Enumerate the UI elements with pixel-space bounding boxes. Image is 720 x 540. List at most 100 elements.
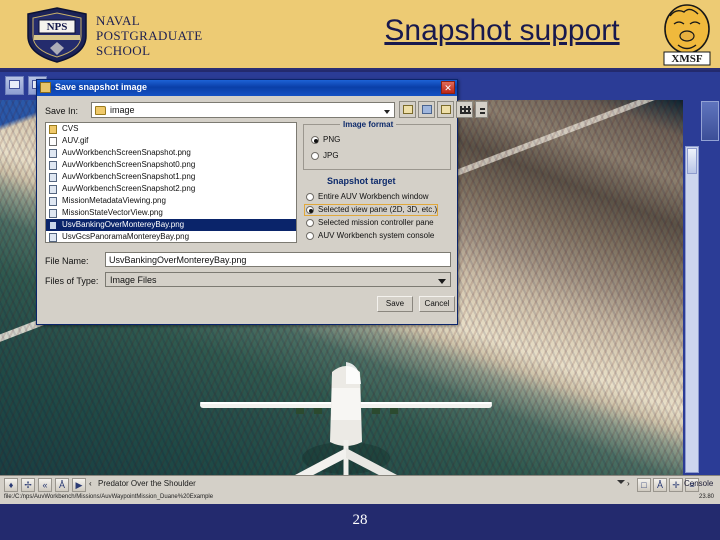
- list-item[interactable]: AUV.gif: [46, 135, 296, 147]
- list-item[interactable]: AuvWorkbenchScreenSnapshot2.png: [46, 183, 296, 195]
- file-name: AUV.gif: [62, 136, 89, 145]
- chevron-down-icon[interactable]: [384, 110, 390, 114]
- move-icon[interactable]: ✛: [669, 478, 683, 492]
- chevron-down-icon[interactable]: [438, 279, 446, 284]
- institution-line-1: NAVAL: [96, 13, 141, 28]
- binoculars-icon[interactable]: Å: [653, 478, 667, 492]
- play-icon[interactable]: ▶: [72, 478, 86, 492]
- image-file-icon: [49, 221, 57, 230]
- image-format-group: Image format PNG JPG: [303, 120, 451, 170]
- dialog-titlebar[interactable]: Save snapshot image ✕: [37, 80, 457, 96]
- radio-dot: [306, 193, 314, 201]
- institution-line-2: POSTGRADUATE: [96, 28, 203, 43]
- dialog-app-icon: [40, 82, 51, 93]
- file-name: UsvBankingOverMontereyBay.png: [62, 220, 185, 229]
- snapshot-target-title: Snapshot target: [327, 176, 396, 186]
- list-item[interactable]: MissionMetadataViewing.png: [46, 195, 296, 207]
- files-of-type-combobox[interactable]: Image Files: [105, 272, 451, 287]
- minimap-panel[interactable]: [701, 101, 719, 141]
- save-snapshot-dialog[interactable]: Save snapshot image ✕ Save In: image CVS…: [36, 79, 488, 325]
- file-name: CVS: [62, 124, 79, 133]
- file-name: UsvGcsPanoramaMontereyBay.png: [62, 232, 190, 241]
- list-item[interactable]: UsvGcsPanoramaMontereyBay.png: [46, 231, 296, 242]
- file-name: AuvWorkbenchScreenSnapshot2.png: [62, 184, 196, 193]
- app-bottom-bar: ♦ ✢ « Å ▶ ‹ Predator Over the Shoulder ›: [0, 475, 720, 504]
- person-glyph: Å: [58, 480, 65, 490]
- file-name: MissionMetadataViewing.png: [62, 196, 166, 205]
- image-file-icon: [49, 173, 57, 182]
- file-name: MissionStateVectorView.png: [62, 208, 163, 217]
- list-view-icon[interactable]: [456, 101, 473, 118]
- radio-dot: [306, 206, 314, 214]
- viewpoint-label: Predator Over the Shoulder: [98, 479, 196, 488]
- file-name: AuvWorkbenchScreenSnapshot1.png: [62, 172, 196, 181]
- radio-label: Selected view pane (2D, 3D, etc.): [318, 205, 438, 214]
- viewpoint-dropdown-icon[interactable]: [617, 480, 625, 484]
- image-format-legend: Image format: [340, 120, 397, 129]
- image-file-icon: [49, 149, 57, 158]
- radio-target-system-console[interactable]: AUV Workbench system console: [305, 231, 434, 241]
- delete-icon[interactable]: □: [637, 478, 651, 492]
- radio-dot: [306, 219, 314, 227]
- radio-format-jpg[interactable]: JPG: [310, 151, 339, 161]
- rewind-icon[interactable]: «: [38, 478, 52, 492]
- radio-format-png[interactable]: PNG: [310, 135, 340, 145]
- list-item[interactable]: MissionStateVectorView.png: [46, 207, 296, 219]
- person-icon[interactable]: Å: [55, 478, 69, 492]
- radio-dot: [311, 136, 319, 144]
- cancel-button[interactable]: Cancel: [419, 296, 455, 312]
- radio-dot: [311, 152, 319, 160]
- home-folder-icon[interactable]: [418, 101, 435, 118]
- image-file-icon: [49, 185, 57, 194]
- image-file-icon: [49, 161, 57, 170]
- nps-shield-logo: NPS: [24, 6, 90, 64]
- compass-icon[interactable]: ♦: [4, 478, 18, 492]
- list-item[interactable]: AuvWorkbenchScreenSnapshot1.png: [46, 171, 296, 183]
- create-new-folder-icon[interactable]: [437, 101, 454, 118]
- rewind-glyph: «: [42, 480, 48, 490]
- list-item[interactable]: AuvWorkbenchScreenSnapshot0.png: [46, 159, 296, 171]
- radio-label: AUV Workbench system console: [318, 231, 435, 240]
- pan-icon[interactable]: ✢: [21, 478, 35, 492]
- xmsf-logo-text: XMSF: [671, 53, 702, 65]
- files-of-type-value: Image Files: [110, 275, 157, 285]
- details-view-icon[interactable]: [475, 101, 488, 118]
- radio-label: Selected mission controller pane: [318, 218, 434, 227]
- console-label[interactable]: Console: [684, 479, 713, 488]
- binoculars-glyph: Å: [656, 480, 663, 490]
- viewport-right-controls: [683, 100, 720, 475]
- radio-target-selected-view-pane[interactable]: Selected view pane (2D, 3D, etc.): [303, 204, 439, 216]
- page-number: 28: [352, 512, 368, 528]
- folder-icon: [95, 106, 106, 115]
- save-button[interactable]: Save: [377, 296, 413, 312]
- file-list[interactable]: CVS AUV.gif AuvWorkbenchScreenSnapshot.p…: [45, 122, 297, 243]
- slide-header: NPS NAVAL POSTGRADUATE SCHOOL Snapshot s…: [0, 0, 720, 70]
- viewport-scrollbar[interactable]: [685, 146, 699, 473]
- slide: NPS NAVAL POSTGRADUATE SCHOOL Snapshot s…: [0, 0, 720, 540]
- save-in-combobox[interactable]: image: [91, 102, 395, 118]
- uav-aircraft: [200, 362, 492, 475]
- close-icon[interactable]: ✕: [441, 81, 455, 94]
- pan-glyph: ✢: [24, 480, 32, 490]
- viewpoint-prev-icon[interactable]: ‹: [89, 479, 92, 488]
- radio-target-mission-controller-pane[interactable]: Selected mission controller pane: [305, 218, 434, 228]
- folder-icon: [49, 125, 57, 134]
- file-icon: [49, 137, 57, 146]
- dialog-body: Save In: image CVS AUV.gif AuvWorkbenchS…: [37, 96, 488, 324]
- radio-label: PNG: [323, 135, 341, 144]
- list-item-selected[interactable]: UsvBankingOverMontereyBay.png: [46, 219, 296, 231]
- list-item[interactable]: CVS: [46, 123, 296, 135]
- scrollbar-thumb[interactable]: [687, 148, 697, 174]
- file-name-label: File Name:: [45, 256, 89, 266]
- status-path: file:/C:/nps/AuvWorkbench/Missions/AuvWa…: [4, 494, 214, 500]
- nps-logo-text: NPS: [47, 21, 68, 33]
- file-name: AuvWorkbenchScreenSnapshot0.png: [62, 160, 196, 169]
- open-mission-icon[interactable]: [5, 76, 24, 95]
- radio-target-entire-window[interactable]: Entire AUV Workbench window: [305, 192, 429, 202]
- radio-label: Entire AUV Workbench window: [318, 192, 429, 201]
- save-in-label: Save In:: [45, 106, 79, 116]
- viewpoint-next-icon[interactable]: ›: [627, 479, 630, 488]
- list-item[interactable]: AuvWorkbenchScreenSnapshot.png: [46, 147, 296, 159]
- up-one-level-icon[interactable]: [399, 101, 416, 118]
- file-name-input[interactable]: UsvBankingOverMontereyBay.png: [105, 252, 451, 267]
